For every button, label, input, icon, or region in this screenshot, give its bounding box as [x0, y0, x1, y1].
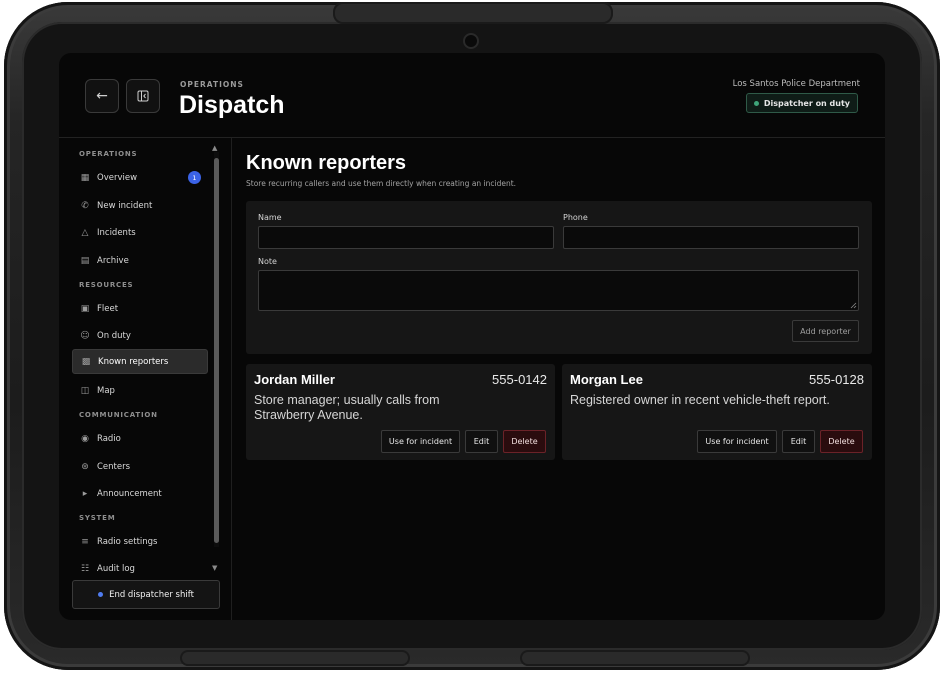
archive-icon: ▤ — [80, 255, 90, 266]
sidebar-item-overview[interactable]: ▦ Overview 1 — [72, 165, 208, 190]
section-title: Known reporters — [246, 152, 407, 174]
tablet-bottom-button-right — [520, 650, 750, 666]
status-badge: Dispatcher on duty — [745, 93, 858, 113]
users-icon: ☺ — [80, 330, 90, 341]
sidebar-item-on-duty[interactable]: ☺ On duty — [72, 323, 208, 348]
delete-button[interactable]: Delete — [820, 430, 863, 453]
siren-icon: △ — [81, 227, 89, 238]
sidebar-item-label: On duty — [97, 330, 131, 341]
reporter-name: Morgan Lee — [570, 372, 643, 387]
section-subtitle: Store recurring callers and use them dir… — [246, 179, 517, 188]
end-shift-dot-icon — [98, 592, 104, 597]
map-icon: ◫ — [80, 385, 90, 396]
note-textarea[interactable] — [258, 270, 859, 311]
sidebar-item-label: Fleet — [97, 303, 119, 314]
reporter-note: Registered owner in recent vehicle-theft… — [570, 393, 830, 407]
sidebar-item-archive[interactable]: ▤ Archive — [72, 248, 208, 273]
notification-badge: 1 — [188, 171, 201, 184]
reporter-card: Morgan Lee 555-0128 Registered owner in … — [562, 364, 872, 460]
sidebar-item-label: Map — [97, 385, 115, 396]
phone-input[interactable] — [563, 226, 859, 249]
header-kicker: OPERATIONS — [180, 80, 244, 89]
arrow-left-icon: ← — [96, 88, 108, 104]
page-title: Dispatch — [179, 91, 285, 119]
sidebar-item-radio-settings[interactable]: ≡ Radio settings — [72, 529, 208, 554]
section-communication: COMMUNICATION — [79, 411, 158, 419]
main-content: Known reporters Store recurring callers … — [246, 138, 872, 620]
sidebar-item-centers[interactable]: ⊛ Centers — [72, 454, 208, 479]
grid-icon: ▦ — [80, 172, 90, 183]
sidebar-item-new-incident[interactable]: ✆ New incident — [72, 193, 208, 218]
phone-icon: ✆ — [81, 200, 89, 211]
name-label: Name — [258, 213, 282, 222]
section-resources: RESOURCES — [79, 281, 134, 289]
end-shift-button[interactable]: End dispatcher shift — [72, 580, 220, 609]
sidebar-item-radio[interactable]: ◉ Radio — [72, 426, 208, 451]
megaphone-icon: ▸ — [82, 488, 88, 499]
organization-name: Los Santos Police Department — [732, 79, 860, 89]
log-icon: ☷ — [80, 563, 90, 574]
resize-handle-icon[interactable] — [850, 302, 857, 309]
camera — [465, 35, 477, 47]
scroll-up-icon[interactable]: ▲ — [212, 144, 217, 152]
sidebar-item-label: Archive — [97, 255, 129, 266]
sidebar-item-label: Overview — [97, 172, 138, 183]
phone-label: Phone — [563, 213, 588, 222]
sidebar-item-label: Radio settings — [97, 536, 158, 547]
sidebar-item-fleet[interactable]: ▣ Fleet — [72, 296, 208, 321]
scroll-down-icon[interactable]: ▼ — [212, 564, 217, 572]
sidebar-scrollbar-thumb[interactable] — [214, 158, 219, 543]
use-for-incident-button[interactable]: Use for incident — [697, 430, 777, 453]
tablet-bottom-button-left — [180, 650, 410, 666]
sidebar-item-label: New incident — [97, 200, 153, 211]
delete-button[interactable]: Delete — [503, 430, 546, 453]
sidebar-item-label: Centers — [97, 461, 131, 472]
name-input[interactable] — [258, 226, 554, 249]
use-for-incident-button[interactable]: Use for incident — [381, 430, 460, 453]
reporter-phone: 555-0128 — [809, 372, 864, 387]
status-label: Dispatcher on duty — [763, 98, 850, 108]
toggle-sidebar-button[interactable] — [126, 79, 160, 113]
contact-icon: ▩ — [81, 356, 91, 367]
sidebar-item-label: Announcement — [97, 488, 162, 499]
sidebar-item-incidents[interactable]: △ Incidents — [72, 220, 208, 245]
tablet-top-button — [333, 2, 613, 24]
section-operations: OPERATIONS — [79, 150, 138, 158]
screen: ← OPERATIONS Dispatch Los Santos Police … — [59, 53, 885, 620]
edit-button[interactable]: Edit — [465, 430, 498, 453]
sliders-icon: ≡ — [81, 536, 89, 547]
header: ← OPERATIONS Dispatch Los Santos Police … — [59, 53, 885, 138]
reporter-name: Jordan Miller — [254, 372, 335, 387]
add-reporter-form: Name Phone Note Add reporter — [246, 201, 872, 354]
reporter-note: Store manager; usually calls from Strawb… — [254, 393, 440, 422]
add-reporter-button[interactable]: Add reporter — [792, 320, 859, 342]
radio-icon: ◉ — [81, 433, 89, 444]
sidebar: ▲ ▼ OPERATIONS ▦ Overview 1 ✆ New incide… — [59, 138, 232, 620]
edit-button[interactable]: Edit — [782, 430, 815, 453]
sidebar-item-label: Known reporters — [98, 356, 169, 367]
status-dot-icon — [753, 100, 759, 106]
sidebar-item-known-reporters[interactable]: ▩ Known reporters — [72, 349, 208, 374]
section-system: SYSTEM — [79, 514, 116, 522]
sidebar-item-audit-log[interactable]: ☷ Audit log — [72, 556, 208, 581]
truck-icon: ▣ — [80, 303, 90, 314]
sidebar-item-announcement[interactable]: ▸ Announcement — [72, 481, 208, 506]
sidebar-item-label: Radio — [97, 433, 121, 444]
sidebar-item-map[interactable]: ◫ Map — [72, 378, 208, 403]
back-button[interactable]: ← — [85, 79, 119, 113]
reporter-card: Jordan Miller 555-0142 Store manager; us… — [246, 364, 555, 460]
note-label: Note — [258, 257, 277, 266]
end-shift-label: End dispatcher shift — [109, 589, 194, 600]
sidebar-toggle-icon — [137, 90, 149, 102]
sidebar-item-label: Incidents — [97, 227, 136, 238]
tower-icon: ⊛ — [81, 461, 89, 472]
reporter-phone: 555-0142 — [492, 372, 547, 387]
sidebar-item-label: Audit log — [97, 563, 135, 574]
